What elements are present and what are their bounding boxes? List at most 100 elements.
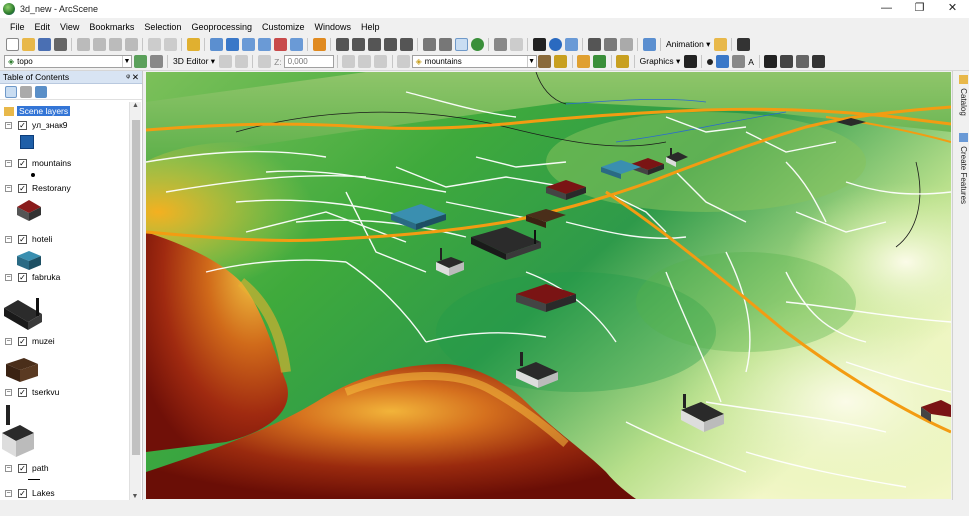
swipe-icon[interactable]: [619, 37, 633, 51]
marker-color-icon[interactable]: [764, 55, 778, 68]
set-observer-icon[interactable]: [399, 37, 413, 51]
effects-icon[interactable]: [577, 55, 591, 68]
catalog-window-icon[interactable]: [241, 37, 255, 51]
layer-dropdown[interactable]: ◈ topo ▼: [4, 55, 132, 68]
polygon-icon[interactable]: [731, 55, 745, 68]
select-graphics-icon[interactable]: [683, 55, 697, 68]
line-icon[interactable]: [715, 55, 729, 68]
pan-icon[interactable]: [454, 37, 468, 51]
scene-properties-icon[interactable]: [209, 37, 223, 51]
pin-icon[interactable]: ᵠ: [126, 71, 130, 84]
collapse-icon[interactable]: −: [5, 464, 12, 472]
menu-selection[interactable]: Selection: [139, 22, 186, 32]
layer-checkbox[interactable]: ✓: [18, 183, 27, 193]
collapse-icon[interactable]: −: [5, 273, 12, 281]
attributes-icon[interactable]: [397, 55, 411, 68]
redo-icon[interactable]: [163, 37, 177, 51]
search-window-icon[interactable]: [257, 37, 271, 51]
fill-color-icon[interactable]: [796, 55, 810, 68]
layer-checkbox[interactable]: ✓: [18, 336, 27, 346]
scroll-up-icon[interactable]: ▲: [130, 102, 141, 109]
list-by-source-icon[interactable]: [19, 85, 32, 98]
3d-analyst-icon[interactable]: [642, 37, 656, 51]
layer-item[interactable]: − ✓ Lakes: [0, 487, 55, 499]
layer-tool-icon[interactable]: [133, 55, 147, 68]
animation-menu[interactable]: Animation ▾: [664, 39, 712, 50]
python-window-icon[interactable]: [289, 37, 303, 51]
modelbuilder-icon[interactable]: [312, 37, 326, 51]
create-features-tab[interactable]: Create Features: [955, 133, 968, 204]
collapse-icon[interactable]: −: [5, 489, 12, 497]
line-color-icon[interactable]: [780, 55, 794, 68]
save-icon[interactable]: [37, 37, 51, 51]
scroll-down-icon[interactable]: ▼: [130, 493, 140, 500]
print-icon[interactable]: [53, 37, 67, 51]
layer-item[interactable]: − ✓ fabruka: [0, 271, 60, 283]
menu-bookmarks[interactable]: Bookmarks: [84, 22, 139, 32]
delete-icon[interactable]: [124, 37, 138, 51]
scene-layers-root[interactable]: Scene layers: [0, 105, 71, 117]
new-document-icon[interactable]: [5, 37, 19, 51]
close-button[interactable]: ✕: [936, 0, 969, 16]
clear-selection-icon[interactable]: [509, 37, 523, 51]
collapse-icon[interactable]: −: [5, 388, 12, 396]
layer-checkbox[interactable]: ✓: [18, 272, 27, 282]
list-by-visibility-icon[interactable]: [34, 85, 47, 98]
zoom-to-target-icon[interactable]: [383, 37, 397, 51]
layer-style-icon[interactable]: [149, 55, 163, 68]
scroll-thumb[interactable]: [132, 120, 140, 455]
copy-icon[interactable]: [92, 37, 106, 51]
texture-icon[interactable]: [538, 55, 552, 68]
layer-item[interactable]: − ✓ hoteli: [0, 233, 52, 245]
graphics-menu[interactable]: Graphics ▾: [638, 56, 683, 67]
sketch-icon[interactable]: [257, 55, 271, 68]
rotate-icon[interactable]: [358, 55, 372, 68]
full-extent-icon[interactable]: [470, 37, 484, 51]
terrain-3d-canvas[interactable]: [146, 72, 951, 499]
font-color-icon[interactable]: [812, 55, 826, 68]
narrow-fov-icon[interactable]: [493, 37, 507, 51]
html-popup-icon[interactable]: [564, 37, 578, 51]
menu-windows[interactable]: Windows: [310, 22, 357, 32]
animation-manager-icon[interactable]: [713, 37, 727, 51]
symbol-icon[interactable]: [554, 55, 568, 68]
paste-icon[interactable]: [108, 37, 122, 51]
z-value-field[interactable]: 0,000: [283, 55, 334, 68]
minimize-button[interactable]: —: [870, 0, 903, 16]
layer-item[interactable]: − ✓ tserkvu: [0, 386, 59, 398]
navigate-icon[interactable]: [335, 37, 349, 51]
point-icon[interactable]: [706, 58, 713, 65]
menu-edit[interactable]: Edit: [30, 22, 56, 32]
animation-controls-icon[interactable]: [736, 37, 750, 51]
collapse-icon[interactable]: −: [5, 337, 12, 345]
move-icon[interactable]: [374, 55, 388, 68]
layer-checkbox[interactable]: ✓: [18, 158, 27, 168]
layer-checkbox[interactable]: ✓: [18, 234, 27, 244]
identify-icon[interactable]: [548, 37, 562, 51]
menu-file[interactable]: File: [5, 22, 30, 32]
collapse-icon[interactable]: −: [5, 235, 12, 243]
layer-item[interactable]: − ✓ mountains: [0, 157, 71, 169]
collapse-icon[interactable]: −: [5, 121, 12, 129]
layer-checkbox[interactable]: ✓: [18, 488, 27, 498]
target-layer-dropdown[interactable]: ◈ mountains ▼: [411, 55, 537, 68]
layer-item[interactable]: − ✓ ул_знак9: [0, 119, 68, 131]
toc-window-icon[interactable]: [225, 37, 239, 51]
menu-help[interactable]: Help: [356, 22, 385, 32]
layer-item[interactable]: − ✓ Restorany: [0, 182, 71, 194]
layer-checkbox[interactable]: ✓: [18, 387, 27, 397]
measure-icon[interactable]: [603, 37, 617, 51]
select-elements-icon[interactable]: [532, 37, 546, 51]
catalog-tab[interactable]: Catalog: [955, 75, 968, 116]
layer-item[interactable]: − ✓ path: [0, 462, 49, 474]
collapse-icon[interactable]: −: [5, 184, 12, 192]
menu-customize[interactable]: Customize: [257, 22, 310, 32]
layer-group-icon[interactable]: [616, 55, 630, 68]
menu-geoprocessing[interactable]: Geoprocessing: [186, 22, 257, 32]
layer-checkbox[interactable]: ✓: [18, 463, 27, 473]
zoom-out-icon[interactable]: [438, 37, 452, 51]
scene-view[interactable]: [146, 72, 951, 499]
split-icon[interactable]: [342, 55, 356, 68]
text-icon[interactable]: A: [746, 57, 756, 67]
open-folder-icon[interactable]: [21, 37, 35, 51]
